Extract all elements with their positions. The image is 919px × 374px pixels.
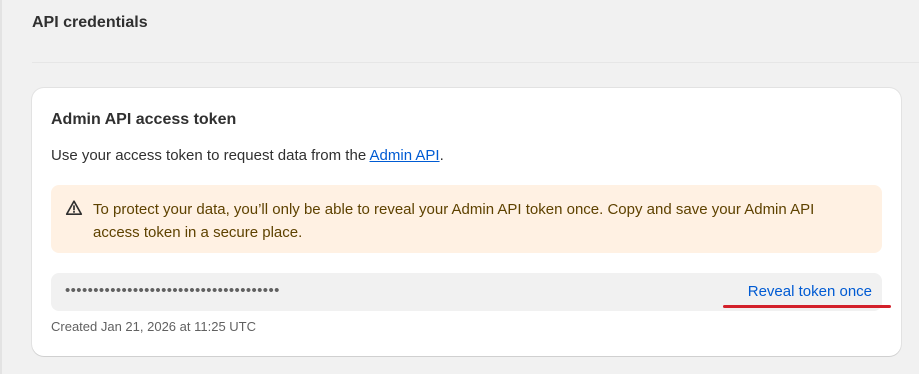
warning-triangle-icon bbox=[65, 199, 83, 217]
warning-banner-text: To protect your data, you’ll only be abl… bbox=[93, 201, 815, 241]
page: API credentials Admin API access token U… bbox=[0, 0, 919, 374]
admin-api-link[interactable]: Admin API bbox=[370, 147, 440, 164]
section-title: API credentials bbox=[32, 14, 148, 31]
reveal-token-button[interactable]: Reveal token once bbox=[748, 283, 872, 300]
left-border bbox=[0, 0, 2, 374]
warning-banner: To protect your data, you’ll only be abl… bbox=[51, 185, 882, 253]
masked-token: •••••••••••••••••••••••••••••••••••••• bbox=[65, 282, 280, 299]
created-timestamp: Created Jan 21, 2026 at 11:25 UTC bbox=[51, 319, 256, 334]
card-title: Admin API access token bbox=[51, 111, 237, 128]
section-divider bbox=[32, 62, 919, 63]
access-token-card: Admin API access token Use your access t… bbox=[32, 88, 901, 356]
reveal-highlight-underline bbox=[723, 305, 891, 308]
card-description-suffix: . bbox=[439, 147, 444, 164]
card-description-text: Use your access token to request data fr… bbox=[51, 147, 370, 164]
card-description: Use your access token to request data fr… bbox=[51, 147, 444, 164]
